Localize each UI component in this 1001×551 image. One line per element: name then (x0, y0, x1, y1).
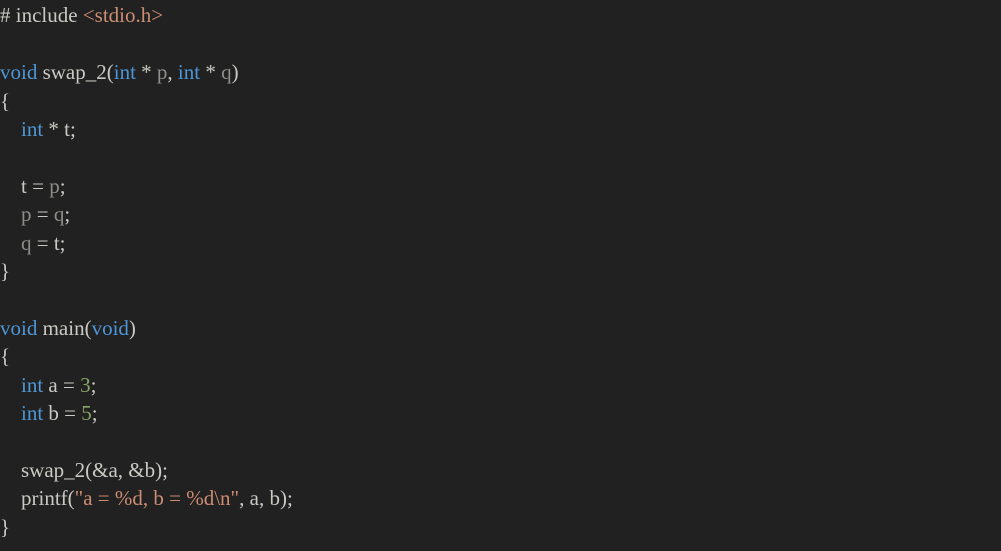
code-token-keyword: int (21, 401, 44, 426)
code-token-plain: swap_2(&a, &b); (0, 457, 168, 482)
code-line[interactable]: # include <stdio.h> (0, 0, 1001, 30)
code-token-plain: ; (59, 173, 66, 198)
code-token-plain: = (31, 202, 54, 227)
code-token-param: p (156, 60, 168, 85)
code-token-keyword: int (21, 117, 44, 142)
code-token-number: 5 (81, 401, 92, 426)
code-token-string: <stdio.h> (82, 3, 164, 27)
code-line[interactable]: q = t; (0, 229, 1001, 257)
code-line[interactable]: int b = 5; (0, 399, 1001, 427)
code-token-plain: b = (43, 401, 82, 426)
code-token-brace: { (0, 344, 11, 369)
code-text-area[interactable]: # include <stdio.h> void swap_2(int * p,… (0, 0, 1001, 551)
code-line[interactable]: int a = 3; (0, 371, 1001, 399)
code-token-keyword: int (177, 60, 201, 85)
code-token-plain: swap_2( (37, 60, 114, 85)
code-token-number: 3 (80, 372, 91, 397)
code-token-blank (0, 288, 5, 312)
code-token-plain: # include (0, 3, 83, 27)
code-token-plain: printf( (0, 486, 75, 511)
code-token-param: q (21, 230, 32, 255)
code-token-blank (0, 429, 5, 453)
code-line[interactable]: void main(void) (0, 314, 1001, 342)
code-token-param: p (21, 202, 32, 227)
code-line[interactable]: } (0, 257, 1001, 285)
code-token-keyword: int (113, 60, 136, 85)
code-token-plain: , (167, 60, 178, 85)
code-line[interactable] (0, 427, 1001, 455)
code-line[interactable] (0, 286, 1001, 314)
code-line[interactable] (0, 30, 1001, 58)
code-token-string: "a = %d, b = %d\n" (74, 486, 240, 511)
code-line[interactable]: t = p; (0, 172, 1001, 200)
code-token-plain: ) (231, 60, 239, 85)
code-token-plain: main( (37, 315, 92, 340)
code-token-plain: * (135, 60, 157, 85)
code-token-plain: ; (91, 401, 98, 426)
code-token-param: q (221, 60, 232, 85)
code-token-brace: } (0, 259, 11, 284)
code-line[interactable]: void swap_2(int * p, int * q) (0, 58, 1001, 86)
code-line[interactable]: p = q; (0, 200, 1001, 228)
code-token-plain: ; (64, 202, 71, 227)
code-line[interactable]: } (0, 513, 1001, 541)
code-line[interactable]: { (0, 87, 1001, 115)
code-token-plain: * (200, 60, 222, 85)
code-token-brace: } (0, 514, 11, 539)
code-token-plain: ; (90, 372, 97, 397)
code-token-keyword: void (91, 315, 129, 340)
code-editor[interactable]: # include <stdio.h> void swap_2(int * p,… (0, 0, 1001, 551)
code-line[interactable]: printf("a = %d, b = %d\n", a, b); (0, 484, 1001, 512)
code-token-blank (0, 146, 5, 170)
code-token-plain: * t; (43, 117, 76, 142)
code-token-plain: , a, b); (239, 486, 293, 511)
code-line[interactable]: { (0, 342, 1001, 370)
code-token-brace: { (0, 88, 11, 113)
code-line[interactable]: swap_2(&a, &b); (0, 456, 1001, 484)
code-token-param: q (53, 202, 65, 227)
code-line[interactable]: int * t; (0, 115, 1001, 143)
code-token-blank (0, 32, 5, 56)
code-line[interactable] (0, 144, 1001, 172)
code-token-plain: a = (43, 372, 81, 397)
code-token-keyword: int (21, 372, 44, 397)
code-token-plain: ) (128, 315, 136, 340)
code-token-keyword: void (0, 315, 38, 340)
code-token-plain: t = (0, 173, 50, 198)
code-token-plain: = t; (31, 230, 66, 255)
code-token-keyword: void (0, 60, 38, 85)
code-token-param: p (49, 173, 60, 198)
